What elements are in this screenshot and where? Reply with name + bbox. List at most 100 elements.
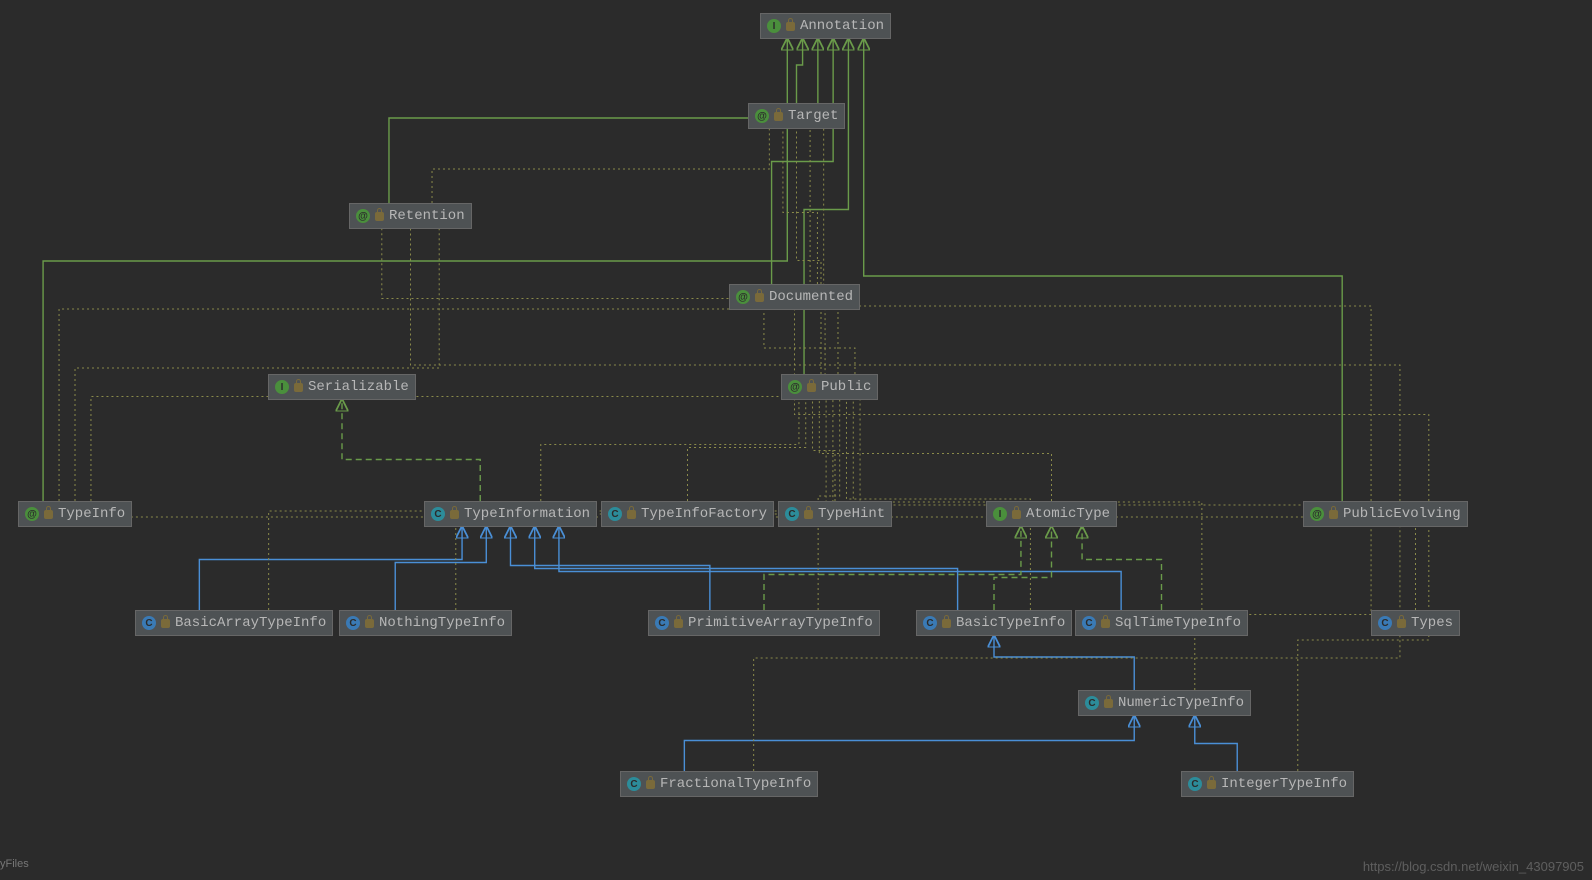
edge-documented-to-target bbox=[783, 129, 818, 284]
class-node-typeinfofactory[interactable]: CTypeInfoFactory bbox=[601, 501, 774, 527]
node-label: PrimitiveArrayTypeInfo bbox=[688, 615, 873, 631]
lock-icon bbox=[450, 510, 459, 519]
class-node-basicarraytypeinfo[interactable]: C BasicArrayTypeInfo bbox=[135, 610, 333, 636]
edge-documented-to-annotation bbox=[772, 39, 834, 284]
annotation-icon: @ bbox=[755, 109, 769, 123]
class-icon: C bbox=[923, 616, 937, 630]
edge-public-to-documented bbox=[764, 310, 855, 374]
class-node-atomictype[interactable]: I AtomicType bbox=[986, 501, 1117, 527]
lock-icon bbox=[646, 780, 655, 789]
lock-icon bbox=[1012, 510, 1021, 519]
edge-primitivearraytypeinfo-to-typeinformation bbox=[511, 527, 710, 610]
lock-icon bbox=[755, 293, 764, 302]
edge-typeinfo-to-target bbox=[59, 129, 824, 501]
node-label: Serializable bbox=[308, 379, 409, 395]
lock-icon bbox=[774, 112, 783, 121]
node-label: BasicArrayTypeInfo bbox=[175, 615, 326, 631]
edge-retention-to-target bbox=[432, 129, 769, 203]
edge-publicevolving-to-annotation bbox=[864, 39, 1342, 501]
watermark-text: https://blog.csdn.net/weixin_43097905 bbox=[1363, 859, 1584, 874]
node-label: NothingTypeInfo bbox=[379, 615, 505, 631]
class-node-typehint[interactable]: CTypeHint bbox=[778, 501, 892, 527]
edge-fractionaltypeinfo-to-publicevolving bbox=[754, 527, 1400, 771]
lock-icon bbox=[674, 619, 683, 628]
lock-icon bbox=[375, 212, 384, 221]
edge-basictypeinfo-to-typeinformation bbox=[535, 527, 958, 610]
edge-sqltimetypeinfo-to-atomictype bbox=[1082, 527, 1161, 610]
class-node-fractionaltypeinfo[interactable]: C FractionalTypeInfo bbox=[620, 771, 818, 797]
node-label: Retention bbox=[389, 208, 465, 224]
class-icon: C bbox=[142, 616, 156, 630]
node-label: TypeInfo bbox=[58, 506, 125, 522]
class-node-basictypeinfo[interactable]: C BasicTypeInfo bbox=[916, 610, 1072, 636]
node-label: AtomicType bbox=[1026, 506, 1110, 522]
lock-icon bbox=[786, 22, 795, 31]
side-text: yFiles bbox=[0, 858, 29, 870]
class-node-publicevolving[interactable]: @PublicEvolving bbox=[1303, 501, 1468, 527]
edge-typeinfofactory-to-public bbox=[688, 400, 806, 501]
class-node-annotation[interactable]: I Annotation bbox=[760, 13, 891, 39]
node-label: Public bbox=[821, 379, 871, 395]
node-label: TypeHint bbox=[818, 506, 885, 522]
edge-typeinfo-to-documented bbox=[91, 310, 825, 501]
class-node-nothingtypeinfo[interactable]: CNothingTypeInfo bbox=[339, 610, 512, 636]
node-label: BasicTypeInfo bbox=[956, 615, 1065, 631]
node-label: SqlTimeTypeInfo bbox=[1115, 615, 1241, 631]
interface-icon: I bbox=[993, 507, 1007, 521]
node-label: FractionalTypeInfo bbox=[660, 776, 811, 792]
edge-numerictypeinfo-to-publicevolving bbox=[1195, 527, 1371, 690]
annotation-icon: @ bbox=[25, 507, 39, 521]
annotation-icon: @ bbox=[1310, 507, 1324, 521]
annotation-icon: @ bbox=[736, 290, 750, 304]
class-node-serializable[interactable]: I Serializable bbox=[268, 374, 416, 400]
lock-icon bbox=[365, 619, 374, 628]
edge-typeinfo-to-retention bbox=[75, 229, 439, 501]
class-icon: C bbox=[1082, 616, 1096, 630]
class-node-public[interactable]: @ Public bbox=[781, 374, 878, 400]
class-node-documented[interactable]: @ Documented bbox=[729, 284, 860, 310]
interface-icon: I bbox=[767, 19, 781, 33]
class-node-integertypeinfo[interactable]: CIntegerTypeInfo bbox=[1181, 771, 1354, 797]
class-node-sqltimetypeinfo[interactable]: C SqlTimeTypeInfo bbox=[1075, 610, 1248, 636]
edge-primitivearraytypeinfo-to-atomictype bbox=[764, 527, 1021, 610]
lock-icon bbox=[627, 510, 636, 519]
edge-typeinformation-to-serializable bbox=[342, 400, 480, 501]
lock-icon bbox=[1207, 780, 1216, 789]
edge-publicevolving-to-documented bbox=[795, 310, 1429, 501]
class-icon: C bbox=[1085, 696, 1099, 710]
interface-icon: I bbox=[275, 380, 289, 394]
edge-fractionaltypeinfo-to-numerictypeinfo bbox=[684, 716, 1134, 771]
edge-typeinfo-to-annotation bbox=[43, 39, 787, 501]
edge-target-to-annotation bbox=[797, 39, 803, 103]
annotation-icon: @ bbox=[356, 209, 370, 223]
class-node-primitivearraytypeinfo[interactable]: C PrimitiveArrayTypeInfo bbox=[648, 610, 880, 636]
class-node-typeinfo[interactable]: @ TypeInfo bbox=[18, 501, 132, 527]
lock-icon bbox=[1104, 699, 1113, 708]
class-icon: C bbox=[431, 507, 445, 521]
edge-sqltimetypeinfo-to-typeinformation bbox=[559, 527, 1121, 610]
edge-public-to-target bbox=[797, 129, 822, 374]
lock-icon bbox=[294, 383, 303, 392]
node-label: TypeInformation bbox=[464, 506, 590, 522]
class-node-target[interactable]: @Target bbox=[748, 103, 845, 129]
class-node-retention[interactable]: @ Retention bbox=[349, 203, 472, 229]
class-icon: C bbox=[1378, 616, 1392, 630]
edge-typehint-to-public bbox=[813, 400, 835, 501]
edge-basicarraytypeinfo-to-typeinformation bbox=[199, 527, 462, 610]
class-node-typeinformation[interactable]: C TypeInformation bbox=[424, 501, 597, 527]
class-icon: C bbox=[655, 616, 669, 630]
lock-icon bbox=[804, 510, 813, 519]
lock-icon bbox=[807, 383, 816, 392]
edge-publicevolving-to-target bbox=[810, 129, 1371, 501]
edge-integertypeinfo-to-publicevolving bbox=[1298, 527, 1429, 771]
annotation-icon: @ bbox=[788, 380, 802, 394]
edge-atomictype-to-public bbox=[819, 400, 1051, 501]
lock-icon bbox=[1397, 619, 1406, 628]
node-label: NumericTypeInfo bbox=[1118, 695, 1244, 711]
class-node-numerictypeinfo[interactable]: C NumericTypeInfo bbox=[1078, 690, 1251, 716]
class-icon: C bbox=[627, 777, 641, 791]
node-label: Annotation bbox=[800, 18, 884, 34]
class-icon: C bbox=[1188, 777, 1202, 791]
node-label: Documented bbox=[769, 289, 853, 305]
class-node-types[interactable]: CTypes bbox=[1371, 610, 1460, 636]
